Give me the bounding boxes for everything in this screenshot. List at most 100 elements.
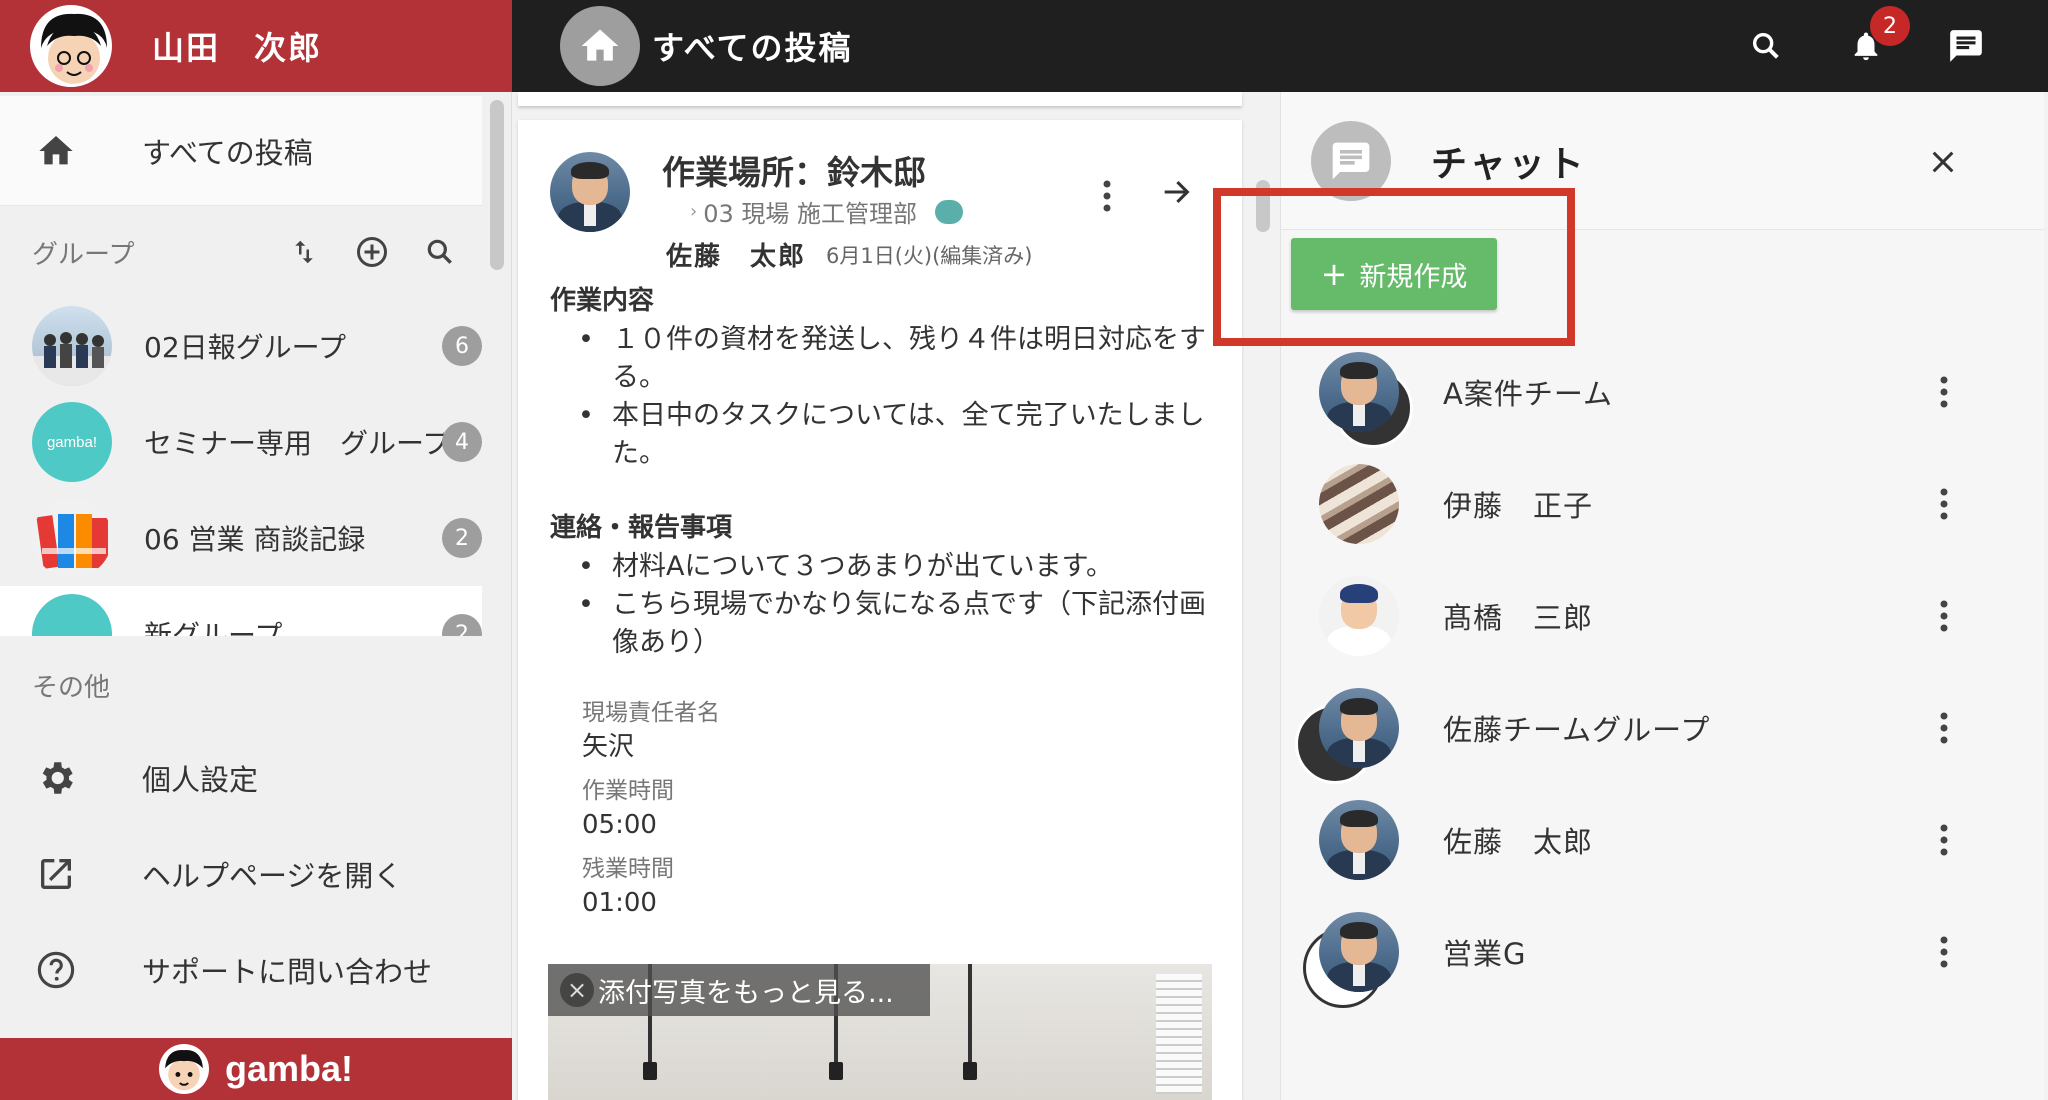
chat-room-item[interactable]: 佐藤チームグループ bbox=[1281, 672, 2045, 784]
list-item: １０件の資材を発送し、残り４件は明日対応をする。 bbox=[578, 321, 1220, 397]
chat-room-item[interactable]: A案件チーム bbox=[1281, 336, 2045, 448]
mascot-icon bbox=[158, 1044, 209, 1094]
section-heading: 作業内容 bbox=[550, 286, 655, 316]
previous-post-edge bbox=[518, 92, 1242, 106]
room-menu-icon[interactable] bbox=[1929, 482, 1959, 526]
room-avatar bbox=[1319, 800, 1399, 880]
room-menu-icon[interactable] bbox=[1929, 370, 1959, 414]
unread-badge: 2 bbox=[442, 614, 482, 636]
footer-logo-text: gamba! bbox=[224, 1048, 354, 1089]
room-name: 髙橋 三郎 bbox=[1443, 601, 1594, 635]
post-group[interactable]: › 03 現場 施工管理部 bbox=[690, 194, 963, 229]
group-name: 02日報グループ bbox=[144, 331, 346, 364]
group-avatar: gamba! bbox=[32, 402, 112, 482]
group-name: 新グループ bbox=[144, 619, 283, 636]
post-group-name: 03 現場 施工管理部 bbox=[703, 200, 917, 228]
unread-badge: 2 bbox=[442, 518, 482, 558]
room-avatar bbox=[1319, 576, 1399, 656]
chat-room-item[interactable]: 伊藤 正子 bbox=[1281, 448, 2045, 560]
search-icon[interactable] bbox=[1744, 24, 1788, 68]
photo-detail bbox=[643, 1062, 657, 1080]
photo-detail bbox=[968, 964, 972, 1064]
sidebar-item-label: すべての投稿 bbox=[142, 135, 313, 170]
room-menu-icon[interactable] bbox=[1929, 930, 1959, 974]
room-avatar bbox=[1319, 464, 1399, 544]
post-card: 作業場所：鈴木邸 › 03 現場 施工管理部 佐藤 太郎 6月1日(火)(編集済… bbox=[518, 120, 1242, 1100]
list-item: 材料Aについて３つあまりが出ています。 bbox=[578, 548, 1220, 586]
post-date: 6月1日(火)(編集済み) bbox=[826, 244, 1033, 268]
notification-badge: 2 bbox=[1870, 6, 1910, 46]
room-menu-icon[interactable] bbox=[1929, 818, 1959, 862]
home-icon bbox=[581, 29, 619, 61]
unread-badge: 6 bbox=[442, 326, 482, 366]
help-circle-icon bbox=[28, 942, 84, 998]
room-name: 佐藤 太郎 bbox=[1443, 825, 1594, 859]
chat-title: チャット bbox=[1431, 143, 1587, 185]
field-value: 矢沢 bbox=[582, 732, 635, 762]
chevron-right-icon: › bbox=[690, 201, 698, 222]
sidebar-item-settings[interactable]: 個人設定 bbox=[0, 730, 512, 826]
user-name: 山田 次郎 bbox=[152, 29, 323, 67]
group-item[interactable]: 02日報グループ 6 bbox=[0, 298, 482, 394]
close-icon[interactable]: × bbox=[560, 973, 594, 1007]
room-name: 伊藤 正子 bbox=[1443, 489, 1594, 523]
list-item: 本日中のタスクについては、全て完了いたしました。 bbox=[578, 397, 1220, 473]
room-avatar bbox=[1319, 912, 1399, 992]
post-menu-icon[interactable] bbox=[1092, 174, 1122, 218]
field-label: 現場責任者名 bbox=[582, 700, 720, 726]
other-section: その他 個人設定 ヘルプページを開く サポートに問い合わせ bbox=[0, 640, 512, 1018]
sidebar-item-all-posts[interactable]: すべての投稿 bbox=[0, 96, 482, 206]
unread-badge: 4 bbox=[442, 422, 482, 462]
group-item[interactable]: 新グループ 2 bbox=[0, 586, 482, 636]
add-group-icon[interactable] bbox=[350, 230, 394, 274]
sidebar-scrollbar[interactable] bbox=[490, 100, 504, 270]
other-heading: その他 bbox=[32, 672, 111, 703]
group-item[interactable]: 06 営業 商談記録 2 bbox=[0, 490, 482, 586]
highlight-annotation bbox=[1213, 188, 1575, 346]
author-avatar[interactable] bbox=[550, 152, 630, 232]
photo-detail bbox=[963, 1062, 977, 1080]
field-value: 05:00 bbox=[582, 810, 657, 840]
sidebar-footer-logo: gamba! bbox=[0, 1038, 512, 1100]
post-title: 作業場所：鈴木邸 bbox=[662, 153, 926, 192]
attached-photo[interactable]: × 添付写真をもっと見る... bbox=[548, 964, 1212, 1100]
sidebar-item-label: 個人設定 bbox=[142, 763, 259, 797]
room-name: 営業G bbox=[1443, 937, 1527, 971]
group-section-header: グループ bbox=[0, 206, 482, 298]
post-body: 作業内容 １０件の資材を発送し、残り４件は明日対応をする。 本日中のタスクについ… bbox=[550, 280, 1220, 930]
room-menu-icon[interactable] bbox=[1929, 706, 1959, 750]
photo-detail bbox=[829, 1062, 843, 1080]
room-name: A案件チーム bbox=[1443, 377, 1613, 411]
chat-room-item[interactable]: 髙橋 三郎 bbox=[1281, 560, 2045, 672]
bullet-list: １０件の資材を発送し、残り４件は明日対応をする。 本日中のタスクについては、全て… bbox=[578, 321, 1220, 473]
sidebar-item-help[interactable]: ヘルプページを開く bbox=[0, 826, 512, 922]
group-avatar bbox=[32, 594, 112, 636]
more-photos-overlay[interactable]: × 添付写真をもっと見る... bbox=[548, 964, 930, 1016]
post-author: 佐藤 太郎 bbox=[666, 242, 807, 272]
external-link-icon bbox=[28, 846, 84, 902]
close-icon[interactable] bbox=[1921, 140, 1965, 184]
gear-icon bbox=[28, 750, 84, 806]
home-button[interactable] bbox=[560, 6, 640, 86]
room-name: 佐藤チームグループ bbox=[1443, 713, 1711, 747]
chat-room-item[interactable]: 営業G bbox=[1281, 896, 2045, 1008]
list-item: こちら現場でかなり気になる点です（下記添付画像あり） bbox=[578, 586, 1220, 662]
chat-room-item[interactable]: 佐藤 太郎 bbox=[1281, 784, 2045, 896]
sidebar-scroll-area: すべての投稿 グループ 02日報グループ 6 gamba! セミナー専用 グルー… bbox=[0, 96, 482, 636]
more-photos-label: 添付写真をもっと見る... bbox=[598, 977, 894, 1009]
arrow-right-icon[interactable] bbox=[1154, 170, 1198, 214]
chat-icon[interactable] bbox=[1944, 24, 1988, 68]
search-group-icon[interactable] bbox=[418, 230, 462, 274]
group-color-dot bbox=[935, 199, 963, 224]
group-avatar bbox=[32, 498, 112, 578]
group-name: セミナー専用 グループ bbox=[144, 427, 444, 460]
room-menu-icon[interactable] bbox=[1929, 594, 1959, 638]
sort-icon[interactable] bbox=[282, 230, 326, 274]
group-heading: グループ bbox=[32, 239, 135, 270]
notification-button[interactable]: 2 bbox=[1844, 6, 1910, 68]
chat-panel: チャット + 新規作成 A案件チーム 伊藤 正子 髙橋 三郎 佐藤チームグループ… bbox=[1213, 92, 2045, 1100]
sidebar-item-support[interactable]: サポートに問い合わせ bbox=[0, 922, 512, 1018]
group-item[interactable]: gamba! セミナー専用 グループ 4 bbox=[0, 394, 482, 490]
user-avatar[interactable] bbox=[30, 5, 112, 87]
field-label: 作業時間 bbox=[582, 778, 674, 804]
